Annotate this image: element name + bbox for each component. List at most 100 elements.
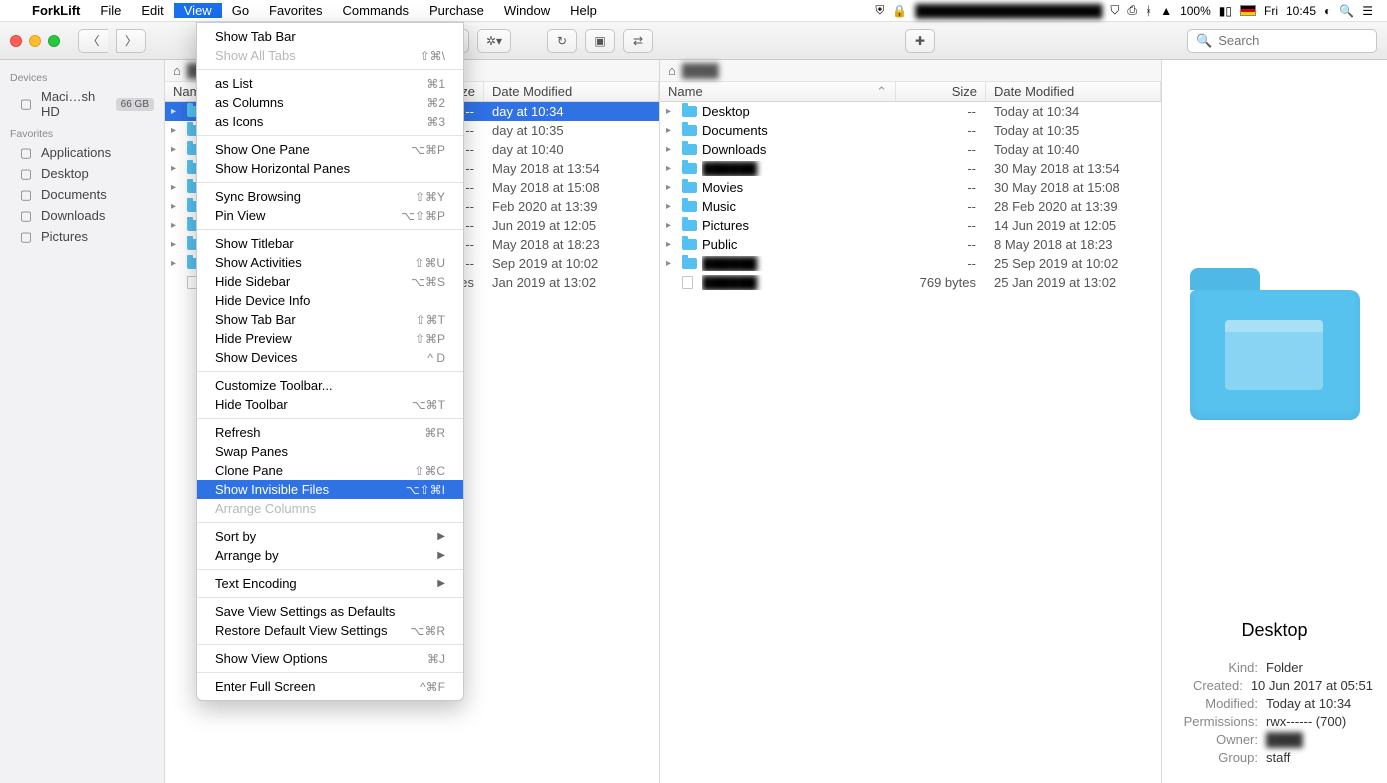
sidebar-item-desktop[interactable]: ▢Desktop — [0, 163, 164, 184]
disclosure-triangle-icon[interactable]: ▸ — [171, 220, 183, 231]
menu-item-hide-device-info[interactable]: Hide Device Info — [197, 291, 463, 310]
clock-day[interactable]: Fri — [1264, 4, 1278, 18]
folder-row[interactable]: ▸Documents--Today at 10:35 — [660, 121, 1161, 140]
menu-item-show-one-pane[interactable]: Show One Pane⌥⌘P — [197, 140, 463, 159]
menu-item-enter-full-screen[interactable]: Enter Full Screen^⌘F — [197, 677, 463, 696]
disclosure-triangle-icon[interactable]: ▸ — [666, 144, 678, 155]
disclosure-triangle-icon[interactable]: ▸ — [171, 144, 183, 155]
menu-item-pin-view[interactable]: Pin View⌥⇧⌘P — [197, 206, 463, 225]
folder-row[interactable]: ▸██████--25 Sep 2019 at 10:02 — [660, 254, 1161, 273]
menu-item-customize-toolbar[interactable]: Customize Toolbar... — [197, 376, 463, 395]
col-size[interactable]: Size — [896, 82, 986, 101]
sync-button[interactable]: ↻ — [547, 29, 577, 53]
folder-row[interactable]: ▸Movies--30 May 2018 at 15:08 — [660, 178, 1161, 197]
menu-item-show-devices[interactable]: Show Devices^ D — [197, 348, 463, 367]
sidebar-item-pictures[interactable]: ▢Pictures — [0, 226, 164, 247]
menu-item-show-invisible-files[interactable]: Show Invisible Files⌥⇧⌘I — [197, 480, 463, 499]
compare-button[interactable]: ⇄ — [623, 29, 653, 53]
disclosure-triangle-icon[interactable]: ▸ — [666, 106, 678, 117]
sidebar-item-documents[interactable]: ▢Documents — [0, 184, 164, 205]
disclosure-triangle-icon[interactable]: ▸ — [171, 182, 183, 193]
zoom-window-button[interactable] — [48, 35, 60, 47]
sidebar-item-downloads[interactable]: ▢Downloads — [0, 205, 164, 226]
printer-icon[interactable]: ⎙ — [1127, 3, 1137, 18]
menu-purchase[interactable]: Purchase — [419, 3, 494, 18]
disclosure-triangle-icon[interactable]: ▸ — [666, 239, 678, 250]
wifi-icon[interactable]: ▲ — [1160, 4, 1172, 18]
menu-item-restore-default-view-settings[interactable]: Restore Default View Settings⌥⌘R — [197, 621, 463, 640]
disclosure-triangle-icon[interactable]: ▸ — [171, 201, 183, 212]
menu-item-text-encoding[interactable]: Text Encoding▶ — [197, 574, 463, 593]
minimize-window-button[interactable] — [29, 35, 41, 47]
menu-item-show-tab-bar[interactable]: Show Tab Bar⇧⌘T — [197, 310, 463, 329]
nav-back-button[interactable]: 〈 — [78, 29, 108, 53]
menu-item-hide-toolbar[interactable]: Hide Toolbar⌥⌘T — [197, 395, 463, 414]
menu-item-swap-panes[interactable]: Swap Panes — [197, 442, 463, 461]
menu-item-clone-pane[interactable]: Clone Pane⇧⌘C — [197, 461, 463, 480]
menu-view[interactable]: View — [174, 3, 222, 18]
folder-row[interactable]: ▸Desktop--Today at 10:34 — [660, 102, 1161, 121]
close-window-button[interactable] — [10, 35, 22, 47]
menu-item-show-view-options[interactable]: Show View Options⌘J — [197, 649, 463, 668]
disclosure-triangle-icon[interactable]: ▸ — [171, 163, 183, 174]
col-date[interactable]: Date Modified — [986, 82, 1161, 101]
disclosure-triangle-icon[interactable]: ▸ — [666, 220, 678, 231]
menu-commands[interactable]: Commands — [333, 3, 419, 18]
battery-percent[interactable]: 100% — [1180, 4, 1211, 18]
notification-center-icon[interactable]: ☰ — [1362, 4, 1373, 18]
menu-go[interactable]: Go — [222, 3, 259, 18]
menu-item-arrange-by[interactable]: Arrange by▶ — [197, 546, 463, 565]
menu-item-refresh[interactable]: Refresh⌘R — [197, 423, 463, 442]
col-name[interactable]: Name⌃ — [660, 82, 896, 101]
nav-forward-button[interactable]: 〉 — [116, 29, 146, 53]
menu-item-sort-by[interactable]: Sort by▶ — [197, 527, 463, 546]
disclosure-triangle-icon[interactable]: ▸ — [666, 125, 678, 136]
status-icon[interactable]: 🔒 — [892, 4, 907, 18]
disclosure-triangle-icon[interactable]: ▸ — [171, 125, 183, 136]
col-date[interactable]: Date Modified — [484, 82, 659, 101]
disclosure-triangle-icon[interactable]: ▸ — [666, 163, 678, 174]
new-connection-button[interactable]: ✚ — [905, 29, 935, 53]
menu-edit[interactable]: Edit — [131, 3, 173, 18]
disclosure-triangle-icon[interactable]: ▸ — [171, 239, 183, 250]
folder-row[interactable]: ▸██████--30 May 2018 at 13:54 — [660, 159, 1161, 178]
bluetooth-icon[interactable]: ᚼ — [1145, 4, 1152, 18]
disclosure-triangle-icon[interactable]: ▸ — [171, 106, 183, 117]
status-icon[interactable]: ⛨ — [875, 3, 884, 18]
disclosure-triangle-icon[interactable]: ▸ — [666, 258, 678, 269]
search-box[interactable]: 🔍 — [1187, 29, 1377, 53]
folder-row[interactable]: ▸Pictures--14 Jun 2019 at 12:05 — [660, 216, 1161, 235]
sidebar-item-applications[interactable]: ▢Applications — [0, 142, 164, 163]
spotlight-icon[interactable]: ◐ — [1324, 4, 1331, 18]
search-input[interactable] — [1218, 33, 1387, 48]
battery-icon[interactable]: ▮▯ — [1219, 4, 1232, 18]
menu-item-hide-preview[interactable]: Hide Preview⇧⌘P — [197, 329, 463, 348]
app-name[interactable]: ForkLift — [22, 3, 90, 18]
search-icon[interactable]: 🔍 — [1339, 4, 1354, 18]
folder-row[interactable]: ▸Music--28 Feb 2020 at 13:39 — [660, 197, 1161, 216]
folder-row[interactable]: ▸Downloads--Today at 10:40 — [660, 140, 1161, 159]
right-path-bar[interactable]: ⌂ ████ — [660, 60, 1161, 82]
disclosure-triangle-icon[interactable]: ▸ — [666, 201, 678, 212]
file-row[interactable]: ██████769 bytes25 Jan 2019 at 13:02 — [660, 273, 1161, 292]
menu-item-as-columns[interactable]: as Columns⌘2 — [197, 93, 463, 112]
menu-item-sync-browsing[interactable]: Sync Browsing⇧⌘Y — [197, 187, 463, 206]
shield-icon[interactable]: ⛉ — [1110, 3, 1119, 18]
menu-favorites[interactable]: Favorites — [259, 3, 332, 18]
actions-menu-button[interactable]: ✲▾ — [477, 29, 511, 53]
menu-window[interactable]: Window — [494, 3, 560, 18]
menu-item-show-tab-bar[interactable]: Show Tab Bar — [197, 27, 463, 46]
menu-item-show-horizontal-panes[interactable]: Show Horizontal Panes — [197, 159, 463, 178]
menu-item-show-activities[interactable]: Show Activities⇧⌘U — [197, 253, 463, 272]
folder-row[interactable]: ▸Public--8 May 2018 at 18:23 — [660, 235, 1161, 254]
clock-time[interactable]: 10:45 — [1286, 4, 1316, 18]
menu-item-as-icons[interactable]: as Icons⌘3 — [197, 112, 463, 131]
disclosure-triangle-icon[interactable]: ▸ — [666, 182, 678, 193]
flag-icon[interactable] — [1240, 5, 1256, 16]
menu-item-show-titlebar[interactable]: Show Titlebar — [197, 234, 463, 253]
menu-file[interactable]: File — [90, 3, 131, 18]
sidebar-item-maci-sh-hd[interactable]: ▢Maci…sh HD66 GB — [0, 86, 164, 122]
menu-item-as-list[interactable]: as List⌘1 — [197, 74, 463, 93]
disclosure-triangle-icon[interactable]: ▸ — [171, 258, 183, 269]
terminal-button[interactable]: ▣ — [585, 29, 615, 53]
